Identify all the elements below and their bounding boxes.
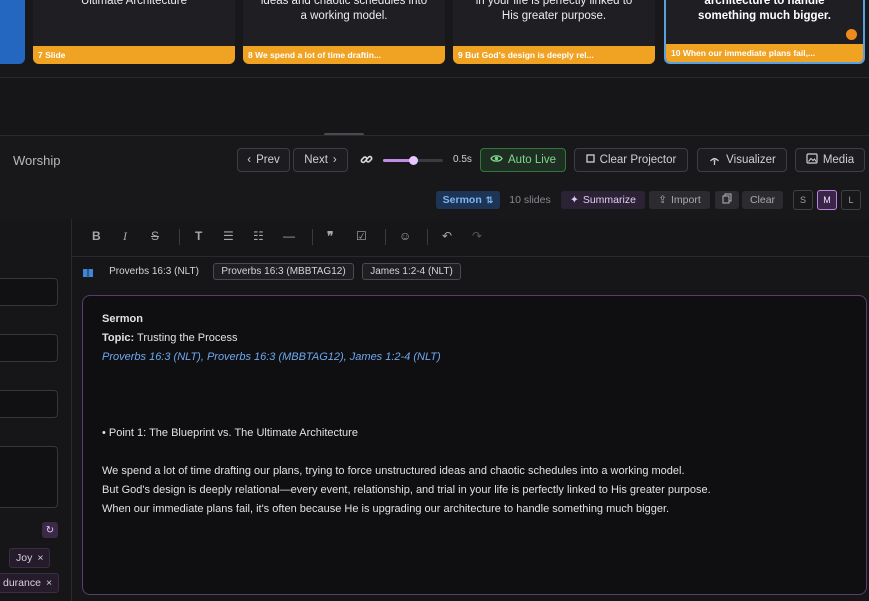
tag-label: Joy	[16, 552, 33, 564]
slide-text: architecture to handle something much bi…	[698, 0, 831, 22]
next-label: Next	[304, 154, 328, 166]
clear-projector-label: Clear Projector	[599, 154, 677, 166]
app-root: Ultimate Architecture 7 Slide ideas and …	[0, 0, 869, 601]
broadcast-icon	[708, 153, 721, 168]
toolbar-divider	[312, 229, 313, 245]
eye-icon	[490, 154, 503, 166]
bold-icon[interactable]: B	[92, 229, 101, 243]
tag-label: durance	[3, 577, 41, 589]
toolbar-divider	[427, 229, 428, 245]
close-icon[interactable]: ×	[46, 577, 52, 589]
slide-thumbnail-edge[interactable]	[0, 0, 25, 64]
reference-chip[interactable]: Proverbs 16:3 (NLT)	[104, 263, 204, 280]
link-icon[interactable]	[360, 153, 373, 169]
visualizer-button[interactable]: Visualizer	[697, 148, 787, 172]
checkbox-icon[interactable]: ☑	[356, 229, 367, 243]
auto-live-label: Auto Live	[508, 154, 556, 166]
transition-speed-value: 0.5s	[453, 154, 472, 165]
copy-button[interactable]	[715, 191, 739, 209]
body-line: When our immediate plans fail, it's ofte…	[102, 503, 670, 515]
clear-button[interactable]: Clear	[742, 191, 783, 209]
undo-icon[interactable]: ↶	[442, 229, 452, 243]
toolbar-divider	[179, 229, 180, 245]
slide-label: 7 Slide	[33, 46, 235, 64]
reference-chip[interactable]: James 1:2-4 (NLT)	[362, 263, 461, 280]
image-icon	[806, 153, 818, 167]
body-line: We spend a lot of time drafting our plan…	[102, 465, 685, 477]
blank-space	[102, 443, 847, 462]
sparkle-icon: ✦	[570, 194, 579, 206]
transition-slider-handle[interactable]	[409, 156, 418, 165]
reference-chip[interactable]: Proverbs 16:3 (MBBTAG12)	[213, 263, 354, 280]
topic-label: Topic:	[102, 332, 135, 344]
square-icon	[585, 154, 595, 166]
summarize-button[interactable]: ✦ Summarize	[561, 191, 645, 209]
media-label: Media	[822, 154, 855, 166]
form-field-1[interactable]	[0, 278, 58, 306]
italic-icon[interactable]: I	[123, 229, 127, 244]
summarize-label: Summarize	[582, 194, 636, 206]
quote-icon[interactable]: ❞	[327, 229, 333, 243]
tag-endurance[interactable]: durance ×	[0, 573, 60, 593]
refresh-icon[interactable]: ↻	[42, 522, 58, 538]
slide-label: 10 When our immediate plans fail,...	[666, 44, 863, 62]
form-textarea[interactable]	[0, 446, 58, 508]
slide-label: 8 We spend a lot of time draftin...	[243, 46, 445, 64]
sort-icon: ⇅	[485, 194, 494, 205]
slide-thumbnail-8[interactable]: ideas and chaotic schedules into a worki…	[243, 0, 445, 64]
size-medium-button[interactable]: M	[817, 190, 837, 210]
clear-projector-button[interactable]: Clear Projector	[574, 148, 688, 172]
size-small-button[interactable]: S	[793, 190, 813, 210]
sermon-editor[interactable]: Sermon Topic: Trusting the Process Prove…	[82, 295, 867, 595]
slide-label: 9 But God's design is deeply rel...	[453, 46, 655, 64]
panel-title: Worship	[13, 153, 61, 168]
form-field-3[interactable]	[0, 390, 58, 418]
references-line: Proverbs 16:3 (NLT), Proverbs 16:3 (MBBT…	[102, 351, 441, 363]
slide-text: in your life is perfectly linked to His …	[475, 0, 633, 22]
mode-select[interactable]: Sermon ⇅	[436, 191, 500, 209]
bullet-list-icon[interactable]: ☰	[223, 229, 234, 243]
point-line: • Point 1: The Blueprint vs. The Ultimat…	[102, 427, 358, 439]
live-indicator-dot	[846, 29, 857, 40]
upload-icon: ⇪	[658, 194, 668, 206]
next-button[interactable]: Next ›	[293, 148, 348, 172]
numbered-list-icon[interactable]: ☷	[253, 229, 264, 243]
mode-label: Sermon	[442, 194, 482, 206]
visualizer-label: Visualizer	[726, 154, 776, 166]
slide-text: ideas and chaotic schedules into a worki…	[260, 0, 428, 22]
slide-thumbnail-9[interactable]: in your life is perfectly linked to His …	[453, 0, 655, 64]
blank-space	[102, 367, 847, 424]
chevron-left-icon: ‹	[247, 154, 252, 166]
editor-toolbar	[72, 219, 869, 257]
auto-live-button[interactable]: Auto Live	[480, 148, 566, 172]
body-line: But God's design is deeply relational—ev…	[102, 484, 711, 496]
form-field-2[interactable]	[0, 334, 58, 362]
horizontal-rule-icon[interactable]: —	[283, 229, 295, 243]
slide-thumbnail-7[interactable]: Ultimate Architecture 7 Slide	[33, 0, 235, 64]
chevron-right-icon: ›	[332, 154, 337, 166]
close-icon[interactable]: ×	[37, 552, 43, 564]
copy-icon	[722, 193, 732, 207]
emoji-icon[interactable]: ☺	[399, 229, 411, 243]
prev-label: Prev	[256, 154, 280, 166]
topic-value: Trusting the Process	[137, 332, 238, 344]
import-label: Import	[671, 194, 701, 206]
slide-text: Ultimate Architecture	[80, 0, 188, 7]
topic-line: Topic: Trusting the Process	[102, 329, 847, 348]
book-icon	[82, 265, 94, 278]
slide-thumbnail-10-selected[interactable]: architecture to handle something much bi…	[664, 0, 865, 64]
import-button[interactable]: ⇪ Import	[649, 191, 710, 209]
toolbar-divider	[385, 229, 386, 245]
redo-icon[interactable]: ↷	[472, 229, 482, 243]
slide-strip: Ultimate Architecture 7 Slide ideas and …	[0, 0, 869, 78]
prev-button[interactable]: ‹ Prev	[237, 148, 290, 172]
media-button[interactable]: Media	[795, 148, 865, 172]
tag-joy[interactable]: Joy ×	[9, 548, 51, 568]
heading-icon[interactable]: T	[195, 229, 202, 243]
strikethrough-icon[interactable]: S	[151, 229, 159, 243]
slide-count: 10 slides	[509, 194, 551, 206]
size-large-button[interactable]: L	[841, 190, 861, 210]
document-heading: Sermon	[102, 313, 143, 325]
